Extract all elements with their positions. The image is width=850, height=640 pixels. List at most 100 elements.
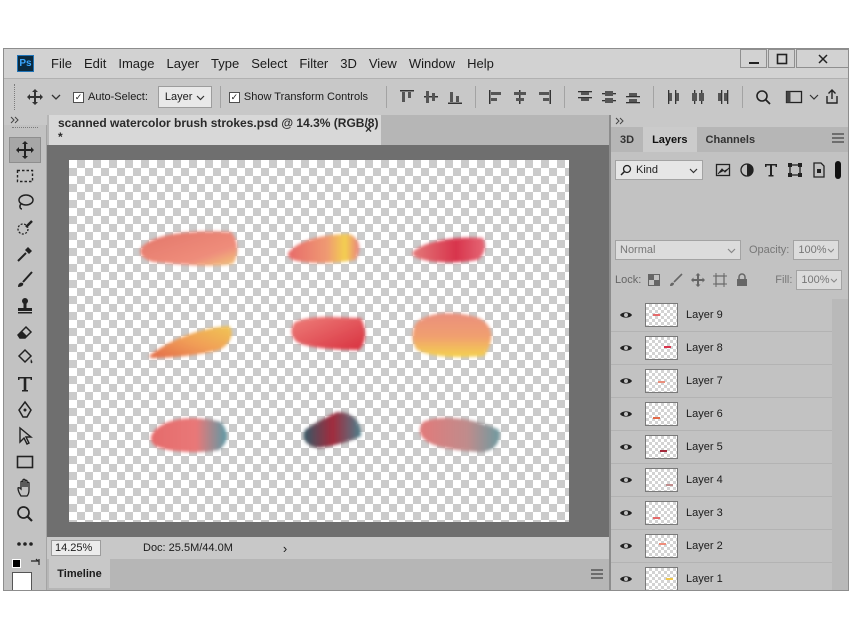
- toolbar-header[interactable]: [4, 115, 47, 125]
- status-menu-arrow[interactable]: ›: [283, 541, 287, 556]
- eraser-tool[interactable]: [9, 319, 41, 345]
- layer-row[interactable]: Layer 8: [611, 332, 832, 365]
- menu-file[interactable]: File: [45, 49, 78, 78]
- panel-menu-icon[interactable]: [832, 133, 844, 143]
- show-transform-checkbox[interactable]: ✓: [228, 91, 240, 103]
- distribute-vertical-centers-icon[interactable]: [598, 86, 620, 108]
- distribute-right-icon[interactable]: [711, 86, 733, 108]
- paint-bucket-tool[interactable]: [9, 345, 41, 371]
- collapse-panels-icon[interactable]: [615, 117, 627, 125]
- distribute-left-icon[interactable]: [663, 86, 685, 108]
- rectangle-tool[interactable]: [9, 449, 41, 475]
- eyedropper-tool[interactable]: [9, 241, 41, 267]
- move-tool[interactable]: [9, 137, 41, 163]
- filter-adjustment-layers-icon[interactable]: [739, 162, 755, 178]
- swap-colors-icon[interactable]: [29, 557, 41, 569]
- auto-select-target-dropdown[interactable]: Layer: [157, 86, 212, 108]
- menu-filter[interactable]: Filter: [293, 49, 334, 78]
- zoom-level-field[interactable]: 14.25%: [51, 540, 101, 556]
- align-vertical-centers-icon[interactable]: [420, 86, 442, 108]
- collapse-toolbar-icon[interactable]: [10, 116, 22, 124]
- visibility-eye-icon[interactable]: [611, 376, 641, 386]
- move-tool-icon[interactable]: [25, 87, 45, 107]
- blend-mode-dropdown[interactable]: Normal: [615, 240, 741, 260]
- filter-smart-objects-icon[interactable]: [811, 162, 827, 178]
- menu-3d[interactable]: 3D: [334, 49, 363, 78]
- visibility-eye-icon[interactable]: [611, 508, 641, 518]
- default-colors-icon[interactable]: [12, 559, 21, 568]
- type-tool[interactable]: [9, 371, 41, 397]
- lock-all-icon[interactable]: [735, 273, 749, 287]
- search-icon[interactable]: [752, 86, 774, 108]
- layer-row[interactable]: Layer 7: [611, 365, 832, 398]
- document-tab[interactable]: scanned watercolor brush strokes.psd @ 1…: [49, 115, 381, 145]
- visibility-eye-icon[interactable]: [611, 409, 641, 419]
- filter-kind-dropdown[interactable]: Kind: [615, 160, 703, 180]
- filter-type-layers-icon[interactable]: [763, 162, 779, 178]
- menu-layer[interactable]: Layer: [161, 49, 206, 78]
- tab-layers[interactable]: Layers: [643, 127, 697, 152]
- menu-help[interactable]: Help: [461, 49, 500, 78]
- align-left-edges-icon[interactable]: [485, 86, 507, 108]
- quick-selection-tool[interactable]: [9, 215, 41, 241]
- close-document-button[interactable]: ×: [365, 122, 372, 136]
- document-canvas[interactable]: [69, 160, 569, 522]
- visibility-eye-icon[interactable]: [611, 541, 641, 551]
- tab-channels[interactable]: Channels: [697, 127, 765, 152]
- edit-toolbar-button[interactable]: [9, 531, 41, 557]
- layer-row[interactable]: Layer 3: [611, 497, 832, 530]
- chevron-down-icon[interactable]: [808, 91, 820, 103]
- pen-tool[interactable]: [9, 397, 41, 423]
- maximize-button[interactable]: [768, 49, 795, 68]
- tab-3d[interactable]: 3D: [611, 127, 643, 152]
- layer-row[interactable]: Layer 4: [611, 464, 832, 497]
- align-right-edges-icon[interactable]: [533, 86, 555, 108]
- menu-select[interactable]: Select: [245, 49, 293, 78]
- opacity-field[interactable]: 100%: [793, 240, 840, 260]
- lasso-tool[interactable]: [9, 189, 41, 215]
- workspace-icon[interactable]: [783, 86, 805, 108]
- minimize-button[interactable]: [740, 49, 767, 68]
- distribute-top-icon[interactable]: [574, 86, 596, 108]
- menu-type[interactable]: Type: [205, 49, 245, 78]
- menu-view[interactable]: View: [363, 49, 403, 78]
- align-bottom-edges-icon[interactable]: [444, 86, 466, 108]
- panel-dock-header[interactable]: [611, 115, 848, 127]
- layer-row[interactable]: Layer 5: [611, 431, 832, 464]
- visibility-eye-icon[interactable]: [611, 574, 641, 584]
- fill-field[interactable]: 100%: [796, 270, 843, 290]
- path-selection-tool[interactable]: [9, 423, 41, 449]
- hand-tool[interactable]: [9, 475, 41, 501]
- chevron-down-icon[interactable]: [49, 90, 63, 104]
- visibility-eye-icon[interactable]: [611, 475, 641, 485]
- lock-artboard-icon[interactable]: [713, 273, 728, 287]
- layer-row[interactable]: Layer 2: [611, 530, 832, 563]
- menu-window[interactable]: Window: [403, 49, 461, 78]
- distribute-bottom-icon[interactable]: [622, 86, 644, 108]
- auto-select-checkbox[interactable]: ✓: [73, 91, 84, 103]
- options-grip[interactable]: [14, 84, 17, 110]
- filter-shape-layers-icon[interactable]: [787, 162, 803, 178]
- filter-pixel-layers-icon[interactable]: [715, 162, 731, 178]
- marquee-tool[interactable]: [9, 163, 41, 189]
- canvas-area[interactable]: [47, 145, 609, 537]
- background-color-swatch[interactable]: [12, 572, 32, 590]
- visibility-eye-icon[interactable]: [611, 343, 641, 353]
- lock-transparent-pixels-icon[interactable]: [647, 273, 661, 287]
- filter-toggle-switch[interactable]: [835, 161, 841, 179]
- menu-edit[interactable]: Edit: [78, 49, 112, 78]
- menu-image[interactable]: Image: [112, 49, 160, 78]
- align-horizontal-centers-icon[interactable]: [509, 86, 531, 108]
- align-top-edges-icon[interactable]: [396, 86, 418, 108]
- toolbar-grip[interactable]: [12, 127, 38, 133]
- close-window-button[interactable]: [796, 49, 848, 68]
- brush-tool[interactable]: [9, 267, 41, 293]
- timeline-tab[interactable]: Timeline: [49, 559, 110, 588]
- panel-menu-icon[interactable]: [591, 569, 603, 579]
- lock-position-icon[interactable]: [691, 273, 706, 287]
- lock-image-pixels-icon[interactable]: [669, 273, 683, 287]
- clone-stamp-tool[interactable]: [9, 293, 41, 319]
- zoom-tool[interactable]: [9, 501, 41, 527]
- visibility-eye-icon[interactable]: [611, 442, 641, 452]
- layer-row[interactable]: Layer 9: [611, 299, 832, 332]
